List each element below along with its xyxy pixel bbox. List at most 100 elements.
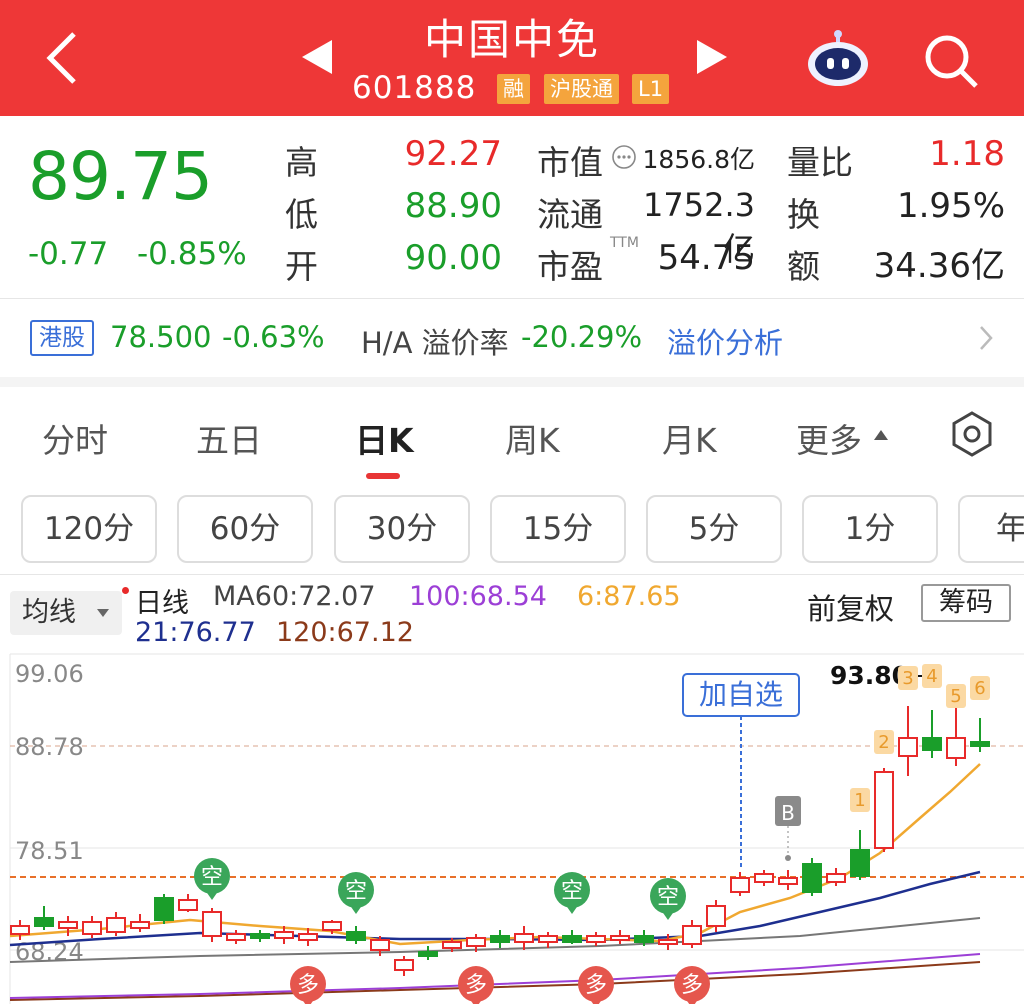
prev-stock-icon[interactable] xyxy=(302,40,332,74)
y-label-top: 99.06 xyxy=(15,660,84,688)
buy-marker-label: B xyxy=(781,801,795,825)
ma120-label: 120:67.12 xyxy=(276,617,414,648)
candle-body xyxy=(538,935,558,943)
candle-body xyxy=(106,917,126,933)
chip-distribution-button[interactable]: 筹码 xyxy=(921,584,1011,622)
long-marker[interactable]: 多 xyxy=(458,966,494,1004)
tab-daily-k[interactable]: 日K xyxy=(355,414,414,462)
short-marker-label: 空 xyxy=(561,879,583,904)
period-year[interactable]: 年 xyxy=(958,495,1024,563)
more-dots-icon[interactable] xyxy=(611,144,637,170)
sequence-counter-label: 5 xyxy=(950,686,961,707)
candle-body xyxy=(442,941,462,949)
tab-monthly-k[interactable]: 月K xyxy=(662,414,717,462)
short-marker[interactable]: 空 xyxy=(338,872,374,914)
short-marker[interactable]: 空 xyxy=(194,858,230,900)
turnover-label: 换 xyxy=(787,195,820,234)
sequence-counter: 4 xyxy=(922,664,942,688)
amount-value: 34.36亿 xyxy=(873,246,1005,286)
candle-body xyxy=(970,741,990,747)
tab-weekly-k[interactable]: 周K xyxy=(505,414,560,462)
red-dot-icon xyxy=(122,587,129,594)
short-marker[interactable]: 空 xyxy=(650,878,686,920)
chevron-right-icon[interactable] xyxy=(978,324,994,352)
next-stock-icon[interactable] xyxy=(697,40,727,74)
sequence-counter-label: 4 xyxy=(926,666,937,687)
candlestick-chart[interactable]: 99.06 88.78 78.51 68.24 加自选 B 93.80 空空空空… xyxy=(0,650,1024,1004)
premium-analysis-link[interactable]: 溢价分析 xyxy=(667,320,783,362)
short-marker-label: 空 xyxy=(345,879,367,904)
long-marker-label: 多 xyxy=(585,973,607,998)
sequence-counter: 3 xyxy=(898,666,918,690)
period-30min[interactable]: 30分 xyxy=(334,495,470,563)
candle-body xyxy=(850,849,870,877)
long-marker[interactable]: 多 xyxy=(578,966,614,1004)
forward-adjust-label[interactable]: 前复权 xyxy=(807,586,894,628)
candle-body xyxy=(682,925,702,945)
sequence-counter-label: 6 xyxy=(974,678,985,699)
candle-body xyxy=(490,935,510,943)
candle-body xyxy=(418,951,438,957)
candle-body xyxy=(370,939,390,951)
long-marker-label: 多 xyxy=(465,973,487,998)
y-label-2: 88.78 xyxy=(15,733,84,761)
candle-body xyxy=(706,905,726,927)
long-marker[interactable]: 多 xyxy=(290,966,326,1004)
long-marker-label: 多 xyxy=(681,973,703,998)
low-value: 88.90 xyxy=(404,186,502,226)
tab-intraday[interactable]: 分时 xyxy=(42,414,108,462)
ttm-superscript: TTM xyxy=(610,235,639,251)
low-label: 低 xyxy=(285,195,318,234)
add-watch-marker[interactable]: 加自选 xyxy=(682,673,800,870)
high-label: 高 xyxy=(285,143,318,182)
top-bar: 中国中免 601888 融 沪股通 L1 xyxy=(0,0,1024,116)
buy-marker: B xyxy=(775,796,801,861)
candle-body xyxy=(778,877,798,885)
ma60-label: MA60:72.07 xyxy=(213,581,376,612)
candle-body xyxy=(130,921,150,929)
period-15min[interactable]: 15分 xyxy=(490,495,626,563)
candle-body xyxy=(946,737,966,759)
sequence-counter-label: 3 xyxy=(902,668,913,689)
sequence-counter-label: 2 xyxy=(878,732,889,753)
candle-body xyxy=(10,925,30,935)
candle-body xyxy=(514,933,534,943)
candle-body xyxy=(466,937,486,947)
candle-body xyxy=(394,959,414,971)
period-1min[interactable]: 1分 xyxy=(802,495,938,563)
settings-hexagon-icon[interactable] xyxy=(948,410,996,458)
sequence-counter-label: 1 xyxy=(854,790,865,811)
short-marker[interactable]: 空 xyxy=(554,872,590,914)
pe-label: 市盈 xyxy=(537,247,603,286)
tab-five-day[interactable]: 五日 xyxy=(196,414,262,462)
candle-body xyxy=(802,863,822,893)
turnover-value: 1.95% xyxy=(896,186,1005,226)
mktcap-value: 1856.8亿 xyxy=(642,145,755,174)
period-60min[interactable]: 60分 xyxy=(177,495,313,563)
pe-value: 54.75 xyxy=(657,238,755,278)
caret-down-icon xyxy=(97,609,109,617)
period-120min[interactable]: 120分 xyxy=(21,495,157,563)
candle-body xyxy=(298,933,318,941)
premium-value: -20.29% xyxy=(521,320,643,354)
hk-pct: -0.63% xyxy=(222,320,325,354)
period-5min[interactable]: 5分 xyxy=(646,495,782,563)
short-marker-label: 空 xyxy=(201,865,223,890)
price-change-pct: -0.85% xyxy=(137,236,247,272)
sequence-counter: 1 xyxy=(850,788,870,812)
ma6-label: 6:87.65 xyxy=(577,581,681,612)
candle-body xyxy=(58,921,78,929)
tab-more[interactable]: 更多 xyxy=(796,414,862,462)
add-watch-label: 加自选 xyxy=(699,678,783,711)
candle-body xyxy=(274,931,294,939)
amount-label: 额 xyxy=(787,247,820,286)
level-tag: L1 xyxy=(632,74,670,104)
price-change: -0.77 xyxy=(28,236,109,272)
long-marker[interactable]: 多 xyxy=(674,966,710,1004)
hk-share-badge: 港股 xyxy=(30,320,94,356)
search-icon[interactable] xyxy=(922,32,980,90)
open-label: 开 xyxy=(285,247,318,286)
robot-assistant-icon[interactable] xyxy=(805,28,871,88)
candle-body xyxy=(610,935,630,941)
premium-label: H/A 溢价率 xyxy=(361,326,509,360)
